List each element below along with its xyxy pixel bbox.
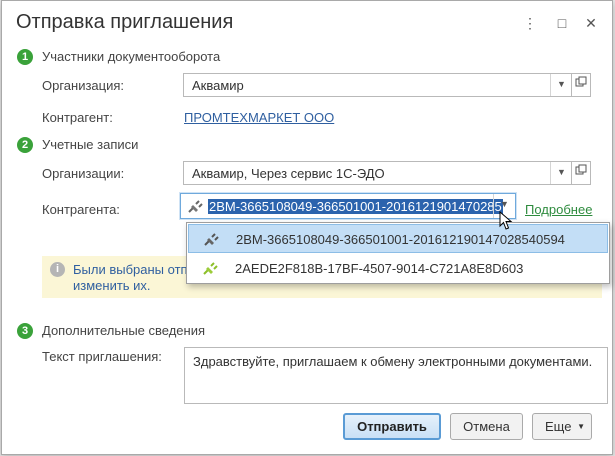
more-actions-button[interactable]: Еще ▼ (532, 413, 592, 440)
open-organization-button[interactable] (571, 73, 591, 97)
chevron-down-icon[interactable]: ▼ (550, 162, 572, 184)
section-additional-title: Дополнительные сведения (42, 323, 206, 338)
organization-account-value: Аквамир, Через сервис 1С-ЭДО (192, 166, 385, 181)
invitation-text-label: Текст приглашения: (42, 349, 162, 364)
counterparty-link[interactable]: ПРОМТЕХМАРКЕТ ООО (184, 110, 334, 125)
organization-field[interactable]: Аквамир ▼ (183, 73, 573, 97)
plug-icon (203, 231, 221, 247)
close-icon[interactable]: ✕ (582, 14, 600, 32)
organization-value: Аквамир (192, 78, 244, 93)
organizations-label: Организации: (42, 166, 125, 181)
counterparty-account-dropdown: 2BM-3665108049-366501001-201612190147028… (186, 222, 610, 284)
more-menu-icon[interactable]: ⋮ (521, 14, 539, 32)
organization-label: Организация: (42, 78, 125, 93)
section-accounts-title: Учетные записи (42, 137, 139, 152)
organization-account-field[interactable]: Аквамир, Через сервис 1С-ЭДО ▼ (183, 161, 573, 185)
chevron-down-icon[interactable]: ▼ (550, 74, 572, 96)
counterparty-label: Контрагент: (42, 110, 113, 125)
step-1-badge: 1 (17, 49, 33, 65)
invitation-text-field[interactable]: Здравствуйте, приглашаем к обмену электр… (184, 347, 608, 404)
section-participants-title: Участники документооборота (42, 49, 221, 64)
maximize-icon[interactable]: □ (553, 14, 571, 32)
cancel-button[interactable]: Отмена (450, 413, 523, 440)
counterparty-account-value: 2BM-3665108049-366501001-201612190147028… (208, 199, 503, 214)
more-actions-label: Еще (545, 419, 572, 434)
open-organization-account-button[interactable] (571, 161, 591, 185)
dropdown-item-label: 2AEDE2F818B-17BF-4507-9014-C721A8E8D603 (235, 261, 524, 276)
dropdown-item-label: 2BM-3665108049-366501001-201612190147028… (236, 232, 565, 247)
invitation-text-value: Здравствуйте, приглашаем к обмену электр… (193, 354, 593, 369)
send-button[interactable]: Отправить (343, 413, 441, 440)
step-2-badge: 2 (17, 137, 33, 153)
open-icon (575, 76, 587, 87)
step-3-badge: 3 (17, 323, 33, 339)
counterparty-account-label: Контрагента: (42, 202, 120, 217)
details-link[interactable]: Подробнее (525, 202, 592, 217)
plug-icon (187, 198, 205, 217)
dropdown-item[interactable]: 2BM-3665108049-366501001-201612190147028… (188, 224, 608, 253)
mouse-cursor-icon (499, 211, 513, 230)
info-icon: i (50, 262, 65, 277)
plug-icon (202, 260, 220, 276)
titlebar: Отправка приглашения ⋮ □ ✕ (2, 1, 612, 47)
chevron-down-icon: ▼ (577, 422, 585, 431)
counterparty-account-field[interactable]: 2BM-3665108049-366501001-201612190147028… (180, 193, 516, 219)
dialog-title: Отправка приглашения (16, 11, 234, 33)
open-icon (575, 164, 587, 175)
dropdown-item[interactable]: 2AEDE2F818B-17BF-4507-9014-C721A8E8D603 (188, 254, 608, 283)
invitation-dialog: Отправка приглашения ⋮ □ ✕ 1 Участники д… (1, 0, 613, 455)
